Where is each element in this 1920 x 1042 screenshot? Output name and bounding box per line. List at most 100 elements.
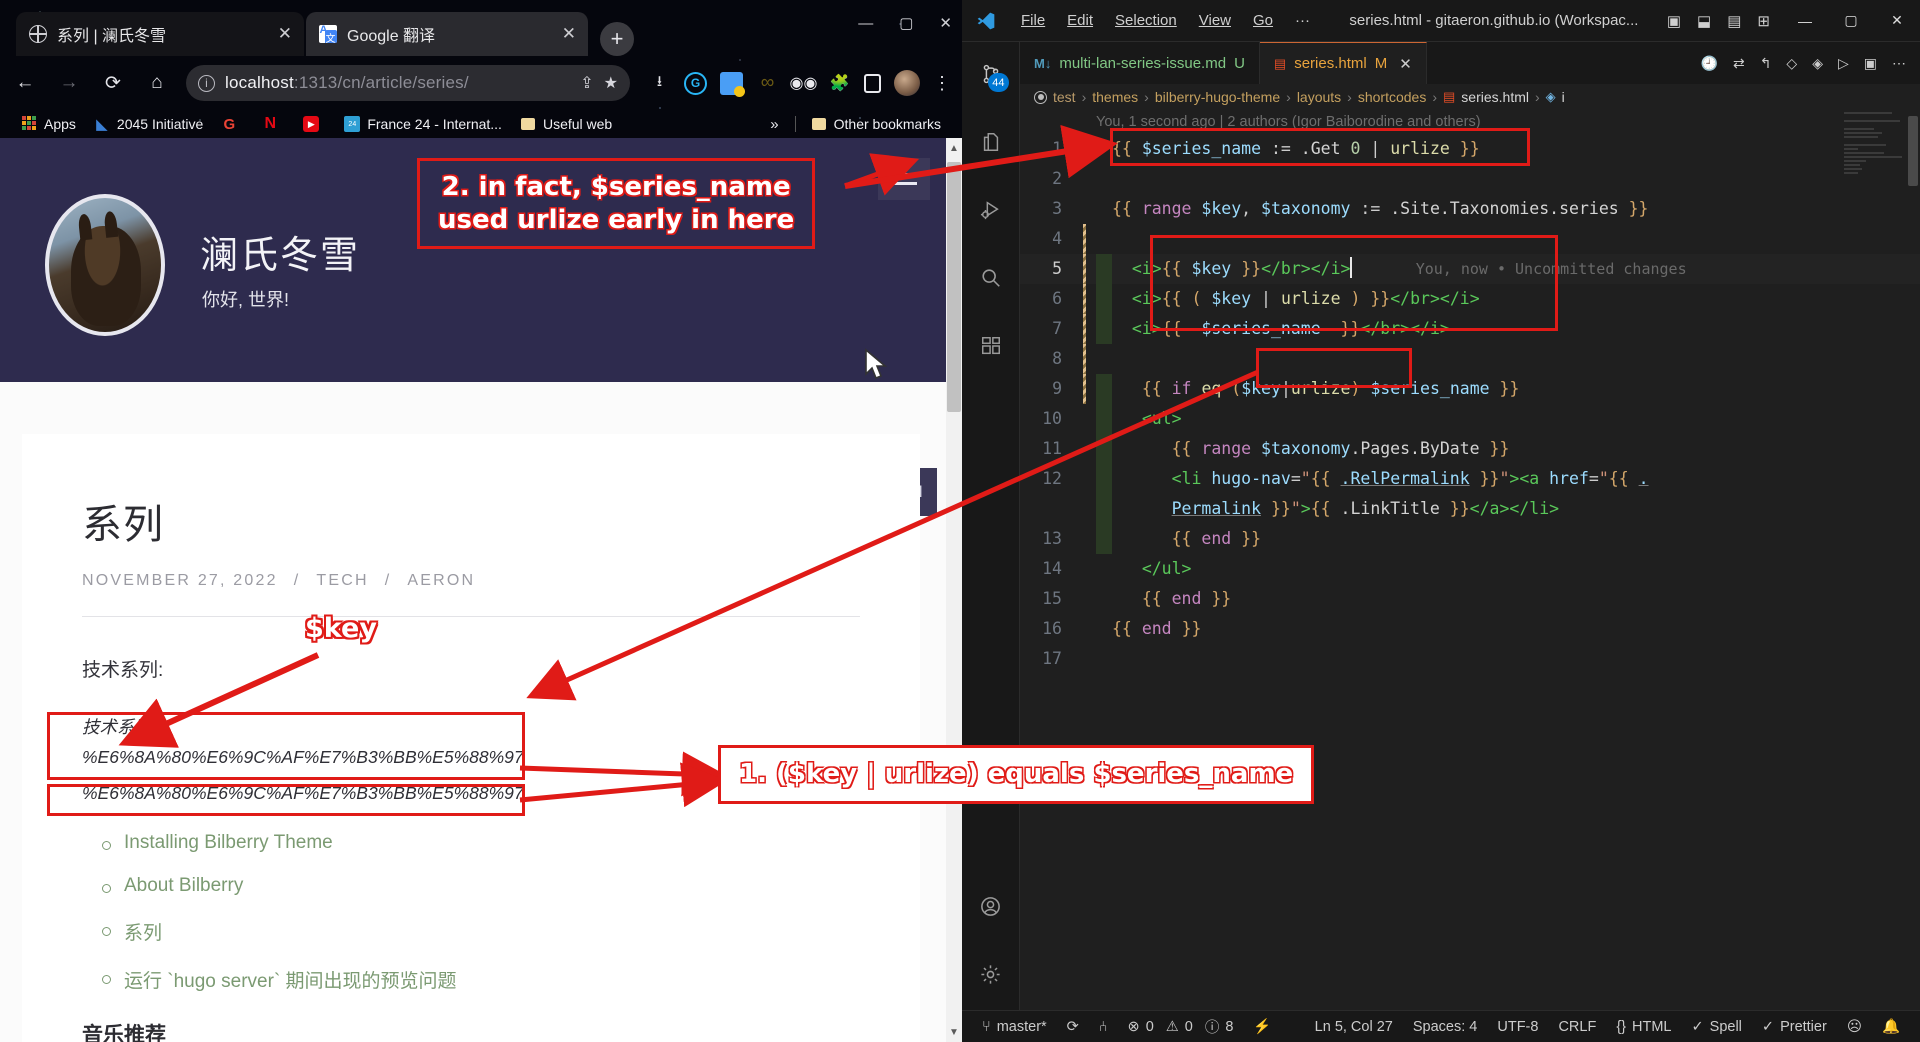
menu-selection[interactable]: Selection [1104,9,1188,32]
status-problems[interactable]: ⊗ 0 ⚠ 0 ⓘ 8 [1118,1016,1244,1037]
menu-file[interactable]: File [1010,9,1056,32]
menu-edit[interactable]: Edit [1056,9,1104,32]
back-button[interactable]: ← [10,68,40,98]
status-indentation[interactable]: Spaces: 4 [1403,1019,1488,1035]
code-line-2[interactable]: 2 [1020,164,1920,194]
more-actions-icon[interactable]: ⋯ [1892,55,1906,72]
bookmark-other-bookmarks[interactable]: Other bookmarks [802,114,950,134]
avatar[interactable] [894,70,920,96]
doc-icon[interactable] [720,71,745,97]
bookmark-2045[interactable]: ◣ 2045 Initiative [85,114,212,134]
toggle-panel-icon[interactable]: ⬓ [1697,12,1711,30]
bookmark-google[interactable]: G [212,114,253,134]
editor-tab-markdown[interactable]: M↓ multi-lan-series-issue.md U [1020,42,1260,84]
maximize-icon[interactable]: ▢ [1828,0,1874,42]
code-line-17[interactable]: 17 [1020,644,1920,674]
editor-scrollbar[interactable] [1906,110,1920,1010]
code-line-10[interactable]: 10 <ul> [1020,404,1920,434]
status-sync[interactable]: ⟳ [1057,1019,1089,1035]
hamburger-icon[interactable] [878,158,930,200]
close-icon[interactable]: ✕ [562,24,576,44]
scroll-down-icon[interactable]: ▼ [946,1022,962,1042]
breadcrumb-item[interactable]: series.html [1461,89,1529,105]
breadcrumb-symbol[interactable]: i [1562,89,1565,105]
bookmark-star-icon[interactable]: ★ [604,73,618,93]
breadcrumb-item[interactable]: shortcodes [1358,89,1426,105]
list-item[interactable]: About Bilberry [82,875,860,897]
status-eol[interactable]: CRLF [1548,1019,1606,1035]
split-icon[interactable]: ▣ [1864,55,1877,72]
breadcrumb-item[interactable]: bilberry-hugo-theme [1155,89,1280,105]
accounts-icon[interactable] [971,886,1011,926]
customize-layout-icon[interactable]: ⊞ [1757,12,1770,30]
code-line-16[interactable]: 16 {{ end }} [1020,614,1920,644]
timeline-icon[interactable]: 🕘 [1701,55,1718,72]
code-line-12[interactable]: 12 <li hugo-nav="{{ .RelPermalink }}"><a… [1020,464,1920,494]
page-scrollbar[interactable]: ▲ ▼ [946,138,962,1042]
prev-change-icon[interactable]: ◇ [1786,55,1797,72]
home-button[interactable]: ⌂ [142,68,172,98]
puzzle-icon[interactable]: 🧩 [828,72,851,95]
article-author[interactable]: AERON [407,572,475,590]
new-tab-button[interactable]: + [600,22,634,56]
search-icon[interactable] [971,258,1011,298]
reload-button[interactable]: ⟳ [98,68,128,98]
bookmark-youtube[interactable]: ▶ [294,114,335,134]
minimize-icon[interactable]: — [858,15,873,32]
sidepanel-icon[interactable] [864,73,881,93]
close-icon[interactable]: ✕ [1399,55,1412,73]
code-line-15[interactable]: 15 {{ end }} [1020,584,1920,614]
split-editor-icon[interactable]: ⇄ [1733,55,1745,72]
editor-tab-html[interactable]: ▤ series.html M ✕ [1259,42,1427,84]
browser-tab-active[interactable]: 系列 | 澜氏冬雪 ✕ [16,12,304,56]
article-category[interactable]: TECH [316,572,368,590]
extensions-icon[interactable] [971,326,1011,366]
code-line-12-wrap[interactable]: Permalink }}">{{ .LinkTitle }}</a></li> [1020,494,1920,524]
address-bar[interactable]: i localhost:1313/cn/article/series/ ⇪ ★ [186,65,630,101]
back-icon[interactable]: ↰ [1760,55,1772,72]
status-ports[interactable]: ⚡ [1243,1018,1281,1035]
menu-go[interactable]: Go [1242,9,1284,32]
status-branch[interactable]: ⑂ master* [972,1019,1057,1035]
download-icon[interactable]: ⭳ [648,72,671,95]
run-and-debug-icon[interactable] [971,190,1011,230]
minimize-icon[interactable]: — [1782,0,1828,42]
toggle-secondary-sidebar-icon[interactable]: ▤ [1727,12,1741,30]
next-change-icon[interactable]: ◈ [1812,55,1823,72]
close-icon[interactable]: ✕ [1874,0,1920,42]
breadcrumb-item[interactable]: test [1053,89,1076,105]
list-item[interactable]: 系列 [82,918,860,945]
infinity-icon[interactable]: ∞ [756,72,779,95]
scrollbar-thumb[interactable] [947,162,961,412]
status-notifications[interactable]: 🔔 [1872,1018,1910,1035]
scroll-up-icon[interactable]: ▲ [946,138,962,158]
share-icon[interactable]: ⇪ [580,73,593,93]
status-prettier[interactable]: ✓ Prettier [1752,1019,1837,1035]
scrollbar-thumb[interactable] [1908,116,1918,186]
run-icon[interactable]: ▷ [1838,55,1849,72]
forward-button[interactable]: → [54,68,84,98]
code-line-9[interactable]: 9 {{ if eq ($key|urlize) $series_name }} [1020,374,1920,404]
list-item[interactable]: 运行 `hugo server` 期间出现的预览问题 [82,966,860,993]
code-line-14[interactable]: 14 </ul> [1020,554,1920,584]
source-control-icon[interactable]: 44 [971,54,1011,94]
explorer-icon[interactable] [971,122,1011,162]
menu-more[interactable]: ··· [1284,9,1321,32]
site-info-icon[interactable]: i [198,74,215,92]
status-encoding[interactable]: UTF-8 [1487,1019,1548,1035]
list-item[interactable]: Installing Bilberry Theme [82,832,860,854]
bookmark-netflix[interactable]: N [253,114,294,134]
status-spell[interactable]: ✓ Spell [1682,1019,1752,1035]
browser-menu-icon[interactable]: ⋮ [933,73,952,94]
minimap[interactable] [1844,110,1906,1010]
code-line-3[interactable]: 3 {{ range $key, $taxonomy := .Site.Taxo… [1020,194,1920,224]
close-icon[interactable]: ✕ [939,14,952,32]
menu-view[interactable]: View [1188,9,1242,32]
code-line-13[interactable]: 13 {{ end }} [1020,524,1920,554]
bookmark-apps[interactable]: Apps [12,114,85,134]
breadcrumb-item[interactable]: themes [1092,89,1138,105]
status-position[interactable]: Ln 5, Col 27 [1305,1019,1403,1035]
status-checkout[interactable]: ⑃ [1089,1019,1118,1035]
settings-gear-icon[interactable] [971,954,1011,994]
glasses-icon[interactable]: ◉◉ [790,72,818,95]
